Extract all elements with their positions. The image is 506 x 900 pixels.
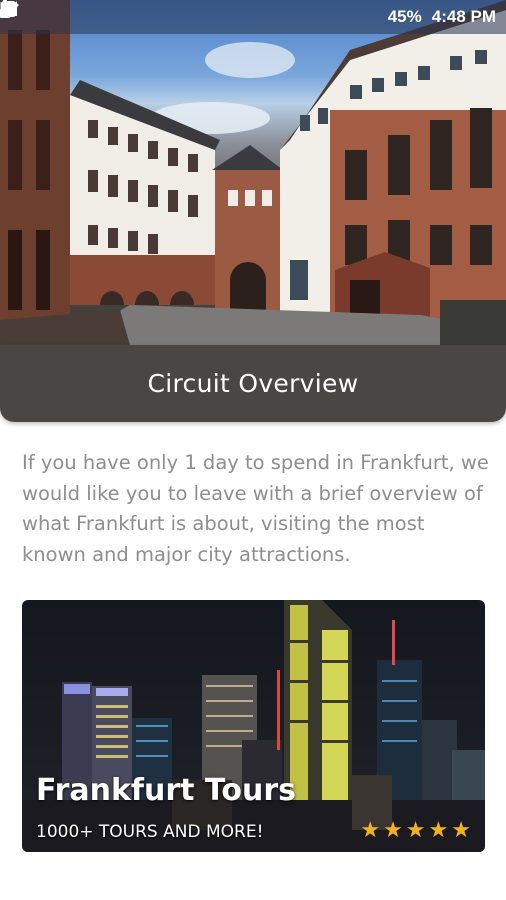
star-icon: ★ <box>360 817 381 842</box>
star-rating: ★ ★ ★ ★ ★ <box>360 818 471 842</box>
hero-image: 45% 4:48 PM <box>0 0 506 345</box>
banner-title: Frankfurt Tours <box>36 773 297 808</box>
page-title: Circuit Overview <box>147 369 359 398</box>
banner-subtitle: 1000+ TOURS AND MORE! <box>36 822 264 842</box>
star-icon: ★ <box>405 817 426 842</box>
star-icon: ★ <box>428 817 449 842</box>
status-bar: 45% 4:48 PM <box>0 0 506 34</box>
frankfurt-tours-banner[interactable]: Frankfurt Tours 1000+ TOURS AND MORE! ★ … <box>22 600 485 852</box>
star-icon: ★ <box>383 817 403 842</box>
battery-percentage: 45% <box>387 7 422 26</box>
star-icon: ★ <box>451 817 471 842</box>
circuit-description: If you have only 1 day to spend in Frank… <box>22 451 489 566</box>
skyline-photo <box>22 600 485 852</box>
clock: 4:48 PM <box>431 7 496 26</box>
circuit-title-bar: Circuit Overview <box>0 345 506 422</box>
courtyard-photo <box>0 0 506 345</box>
